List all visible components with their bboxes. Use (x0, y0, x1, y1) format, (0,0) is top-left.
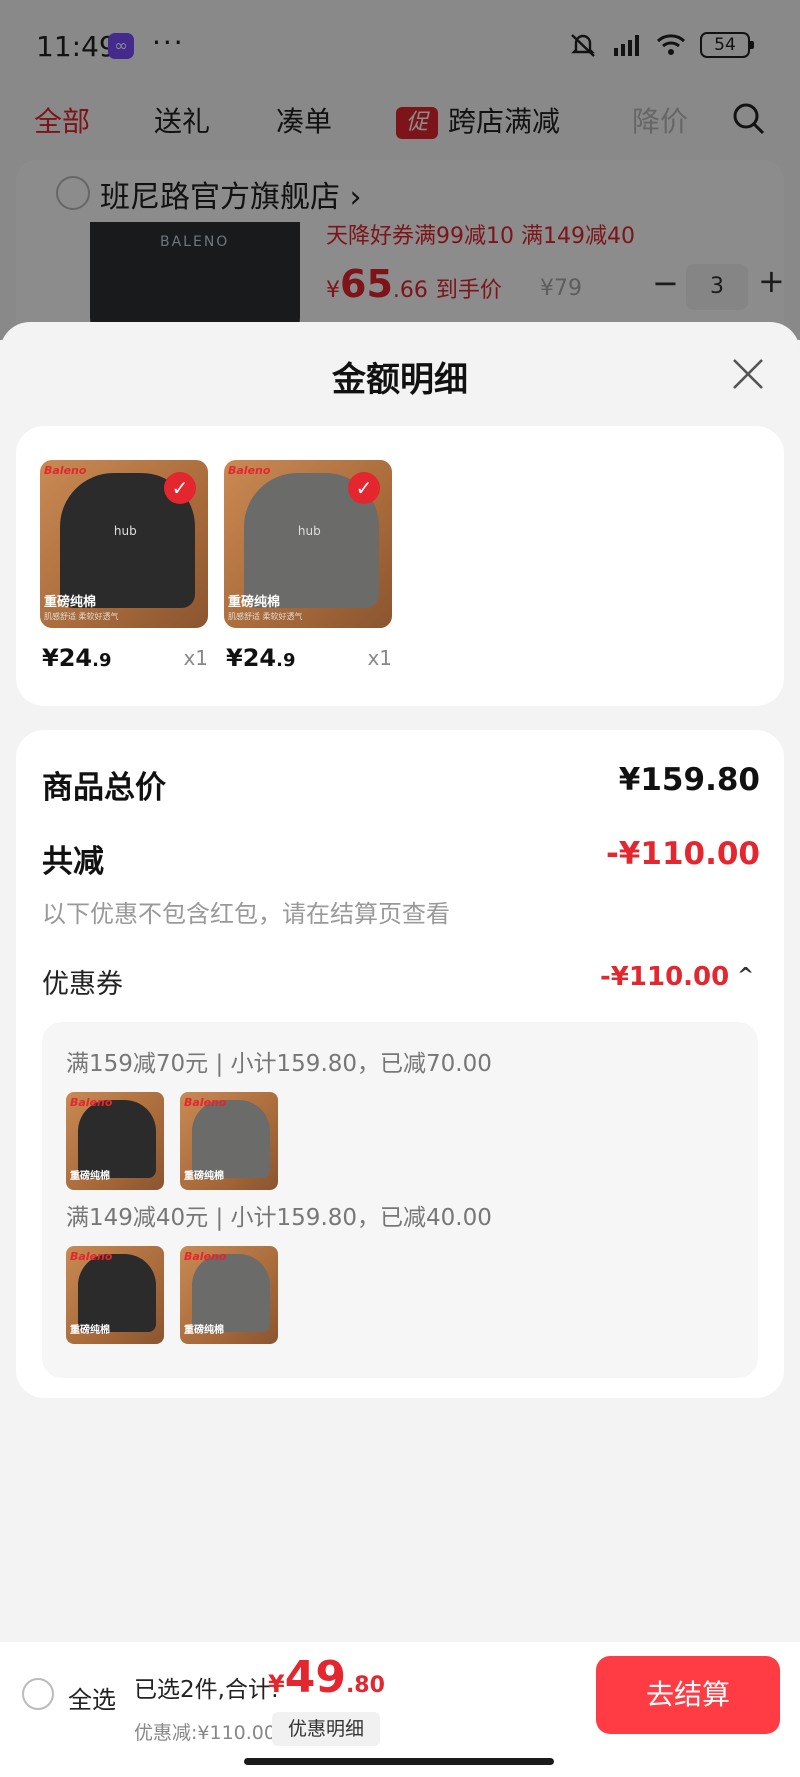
coupon-breakdown: 满159减70元 | 小计159.80，已减70.00 Baleno 重磅纯棉 B… (42, 1022, 758, 1378)
selected-products-card: Baleno hub 重磅纯棉 肌感舒适 柔软好透气 ✓ ¥24.9 x1 Ba… (16, 426, 784, 706)
coupon-value: -¥110.00 (600, 962, 730, 992)
product-subtag: 肌感舒适 柔软好透气 (44, 612, 119, 621)
product-tag: 重磅纯棉 (44, 595, 97, 610)
checkmark-icon[interactable]: ✓ (348, 472, 380, 504)
checkmark-icon[interactable]: ✓ (164, 472, 196, 504)
product-art: Baleno 重磅纯棉 (66, 1092, 164, 1190)
sheet-title: 金额明细 (332, 360, 468, 400)
price-decimal: .9 (276, 650, 296, 671)
coupon-label: 优惠券 (42, 969, 123, 1000)
discount-summary: 优惠减:¥110.00 (134, 1722, 276, 1744)
coupon-products: Baleno 重磅纯棉 Baleno 重磅纯棉 (66, 1092, 278, 1190)
chevron-up-icon: ^ (737, 963, 754, 987)
product-price: ¥24.9 (42, 644, 111, 672)
home-indicator[interactable] (244, 1758, 554, 1765)
product-tag: 重磅纯棉 (70, 1325, 110, 1336)
product-price: ¥24.9 (226, 644, 295, 672)
total-label: 商品总价 (42, 770, 166, 806)
total-price: ¥49.80 (268, 1652, 385, 1703)
product-tag: 重磅纯棉 (70, 1171, 110, 1182)
brand-logo: Baleno (70, 1096, 113, 1109)
total-value: ¥159.80 (618, 762, 760, 798)
checkout-button[interactable]: 去结算 (596, 1656, 780, 1734)
brand-logo: Baleno (184, 1096, 227, 1109)
close-icon[interactable] (726, 352, 770, 396)
discount-note: 以下优惠不包含红包，请在结算页查看 (42, 900, 450, 928)
coupon-product-thumb: Baleno 重磅纯棉 (180, 1092, 278, 1190)
total-integer: 49 (284, 1652, 346, 1703)
select-all-label[interactable]: 全选 (68, 1680, 116, 1715)
brand-logo: Baleno (228, 464, 271, 477)
total-symbol: ¥ (268, 1670, 285, 1698)
coupon-rule: 满149减40元 | 小计159.80，已减40.00 (66, 1205, 492, 1231)
brand-logo: Baleno (70, 1250, 113, 1263)
product-art: Baleno 重磅纯棉 (180, 1092, 278, 1190)
shirt-print: hub (113, 523, 137, 538)
discount-detail-button[interactable]: 优惠明细 (272, 1712, 380, 1746)
product-tag: 重磅纯棉 (184, 1171, 224, 1182)
modal-backdrop[interactable] (0, 0, 800, 340)
coupon-products: Baleno 重磅纯棉 Baleno 重磅纯棉 (66, 1246, 278, 1344)
select-all-radio[interactable] (22, 1678, 54, 1710)
coupon-rule: 满159减70元 | 小计159.80，已减70.00 (66, 1051, 492, 1077)
discount-label: 共减 (42, 844, 104, 880)
product-image[interactable]: Baleno hub 重磅纯棉 肌感舒适 柔软好透气 ✓ (224, 460, 392, 628)
selected-count-label: 已选2件,合计: (134, 1677, 279, 1703)
price-integer: ¥24 (42, 644, 93, 672)
product-image[interactable]: Baleno hub 重磅纯棉 肌感舒适 柔软好透气 ✓ (40, 460, 208, 628)
coupon-product-thumb: Baleno 重磅纯棉 (180, 1246, 278, 1344)
price-integer: ¥24 (226, 644, 277, 672)
brand-logo: Baleno (184, 1250, 227, 1263)
price-detail-sheet: 金额明细 Baleno hub 重磅纯棉 肌感舒适 柔软好透气 ✓ ¥24.9 … (0, 322, 800, 1642)
product-tag: 重磅纯棉 (184, 1325, 224, 1336)
product-tag: 重磅纯棉 (228, 595, 281, 610)
product-quantity: x1 (367, 646, 392, 670)
coupon-product-thumb: Baleno 重磅纯棉 (66, 1246, 164, 1344)
product-art: Baleno 重磅纯棉 (66, 1246, 164, 1344)
product-item[interactable]: Baleno hub 重磅纯棉 肌感舒适 柔软好透气 ✓ ¥24.9 x1 (40, 460, 208, 672)
shirt-print: hub (297, 523, 321, 538)
product-item[interactable]: Baleno hub 重磅纯棉 肌感舒适 柔软好透气 ✓ ¥24.9 x1 (224, 460, 392, 672)
checkout-bar: 全选 已选2件,合计: ¥49.80 优惠减:¥110.00 优惠明细 去结算 (0, 1642, 800, 1777)
product-quantity: x1 (183, 646, 208, 670)
price-decimal: .9 (92, 650, 112, 671)
coupon-product-thumb: Baleno 重磅纯棉 (66, 1092, 164, 1190)
product-art: Baleno 重磅纯棉 (180, 1246, 278, 1344)
total-decimal: .80 (345, 1673, 385, 1698)
price-summary-card: 商品总价 ¥159.80 共减 -¥110.00 以下优惠不包含红包，请在结算页… (16, 730, 784, 1398)
brand-logo: Baleno (44, 464, 87, 477)
coupon-toggle[interactable]: -¥110.00 ^ (600, 962, 754, 992)
discount-value: -¥110.00 (605, 836, 760, 872)
product-subtag: 肌感舒适 柔软好透气 (228, 612, 303, 621)
